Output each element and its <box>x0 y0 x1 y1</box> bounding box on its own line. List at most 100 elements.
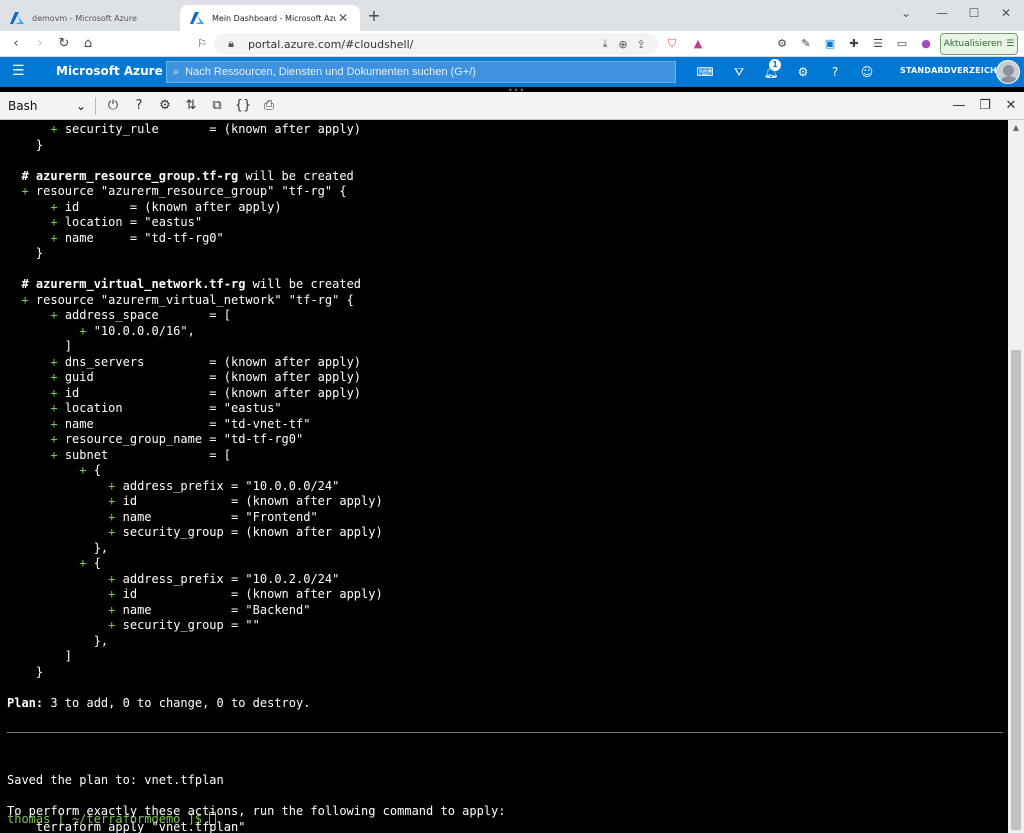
azure-header: ☰ Microsoft Azure ⌕ ⌨ ⛛ 🔔︎ 1 ⚙ ? ☺ STAND… <box>0 57 1024 87</box>
terminal-line: }, <box>7 540 109 555</box>
terminal-line: # azurerm_virtual_network.tf-rg will be … <box>7 277 362 291</box>
terminal-line: + name = "Frontend" <box>108 509 318 524</box>
terminal-line: }, <box>7 633 109 648</box>
browser-tab-demovm[interactable]: demovm - Microsoft Azure <box>0 5 178 31</box>
close-window-button[interactable]: ✕ <box>992 4 1020 22</box>
home-icon[interactable]: ⌂ <box>78 34 98 54</box>
notification-badge: 1 <box>769 59 781 71</box>
help-icon[interactable]: ? <box>130 96 148 116</box>
new-session-icon[interactable]: ⧉ <box>208 96 226 116</box>
maximize-shell-icon[interactable]: ❐ <box>976 96 994 116</box>
terminal-line: ] <box>7 339 73 353</box>
brave-shield-icon[interactable]: ⛉ <box>664 36 680 52</box>
update-button[interactable]: Aktualisieren ☰ <box>940 33 1018 55</box>
azure-logo-icon <box>10 12 24 24</box>
browser-toolbar: ‹ › ↻ ⌂ ⚐ 🔒︎ portal.azure.com/#cloudshel… <box>0 31 1024 57</box>
terminal-line: } <box>7 246 44 260</box>
portal-menu-icon[interactable]: ☰ <box>12 63 28 79</box>
close-tab-icon[interactable]: ✕ <box>336 11 350 25</box>
brave-rewards-icon[interactable]: ▲ <box>690 36 706 52</box>
terminal-line: + security_rule = (known after apply) <box>50 122 362 136</box>
terminal-line: + name = "Backend" <box>108 602 311 617</box>
terminal-line: + location = "eastus" <box>50 215 203 229</box>
terminal-scrollbar[interactable]: ▲ <box>1008 120 1024 833</box>
editor-braces-icon[interactable]: {} <box>234 96 252 116</box>
terminal-line: ] <box>7 649 73 663</box>
back-icon[interactable]: ‹ <box>6 34 26 54</box>
tab-search-chevron-icon[interactable]: ⌄ <box>892 4 920 22</box>
shell-selector-value: Bash <box>8 99 38 113</box>
terminal-line: + resource_group_name = "td-tf-rg0" <box>50 432 304 446</box>
menu-icon: ☰ <box>1006 39 1015 49</box>
web-preview-icon[interactable]: ⎙ <box>260 96 278 116</box>
forward-icon[interactable]: › <box>30 34 50 54</box>
directory-filter-icon[interactable]: ⛛ <box>730 63 748 81</box>
terminal-line: + name = "td-tf-rg0" <box>50 230 224 245</box>
maximize-window-button[interactable]: ☐ <box>960 4 988 22</box>
terminal-line: + id = (known after apply) <box>108 494 383 508</box>
terminal-line: Saved the plan to: vnet.tfplan <box>7 773 224 787</box>
url-text: portal.azure.com/#cloudshell/ <box>248 37 414 51</box>
search-icon: ⌕ <box>173 65 180 78</box>
restart-power-icon[interactable]: ⏻ <box>104 96 122 116</box>
terminal-line: } <box>7 664 44 679</box>
output-divider <box>7 732 1003 733</box>
chevron-down-icon: ⌄ <box>75 99 86 113</box>
wallet-icon[interactable]: ▭ <box>894 36 910 52</box>
tab-title: demovm - Microsoft Azure <box>32 13 137 23</box>
extensions-puzzle-icon[interactable]: ✚ <box>846 36 862 52</box>
address-bar[interactable]: 🔒︎ portal.azure.com/#cloudshell/ ⤓ ⊕ ⇪ <box>214 33 658 55</box>
settings-gear-icon[interactable]: ⚙ <box>794 63 812 81</box>
terminal-line: + address_space = [ <box>50 308 231 322</box>
azure-logo-icon <box>190 12 204 24</box>
global-search[interactable]: ⌕ <box>166 61 676 83</box>
zoom-icon[interactable]: ⊕ <box>614 38 632 51</box>
terminal-line: + address_prefix = "10.0.0.0/24" <box>108 478 340 493</box>
azure-brand[interactable]: Microsoft Azure <box>56 64 163 78</box>
terminal-line: + location = "eastus" <box>50 401 282 415</box>
profile-icon[interactable]: ● <box>918 36 934 52</box>
upload-download-icon[interactable]: ⇅ <box>182 96 200 116</box>
minimize-window-button[interactable]: — <box>928 4 956 22</box>
reading-list-icon[interactable]: ☰ <box>870 36 886 52</box>
terminal-line: + { <box>79 463 101 477</box>
terminal-line: + address_prefix = "10.0.2.0/24" <box>108 571 340 586</box>
reload-icon[interactable]: ↻ <box>54 34 74 54</box>
close-shell-icon[interactable]: ✕ <box>1002 96 1020 116</box>
new-tab-button[interactable]: + <box>365 6 383 26</box>
settings-gear-icon[interactable]: ⚙ <box>156 96 174 116</box>
extension-2-icon[interactable]: ✎ <box>798 36 814 52</box>
install-app-icon[interactable]: ⤓ <box>596 37 614 51</box>
terminal-line: # azurerm_resource_group.tf-rg will be c… <box>7 168 354 183</box>
shell-selector[interactable]: Bash ⌄ <box>4 96 90 116</box>
tab-title: Mein Dashboard - Microsoft Azure <box>212 13 336 23</box>
terminal-line: + resource "azurerm_virtual_network" "tf… <box>21 292 354 307</box>
terminal-line: + { <box>79 556 101 570</box>
terminal-line: } <box>7 137 44 152</box>
help-icon[interactable]: ? <box>826 63 844 81</box>
terminal-line: + id = (known after apply) <box>50 385 362 400</box>
scroll-up-arrow-icon[interactable]: ▲ <box>1008 120 1024 136</box>
feedback-icon[interactable]: ☺ <box>858 63 876 81</box>
divider <box>95 97 96 115</box>
terminal-line: + id = (known after apply) <box>108 587 383 601</box>
cloud-shell-toolbar: Bash ⌄ ⏻ ? ⚙ ⇅ ⧉ {} ⎙ — ❐ ✕ <box>0 92 1024 120</box>
scrollbar-thumb[interactable] <box>1011 350 1021 830</box>
avatar[interactable] <box>996 60 1020 84</box>
terminal-line: To perform exactly these actions, run th… <box>7 804 506 818</box>
terminal-line: + resource "azurerm_resource_group" "tf-… <box>21 184 347 198</box>
terminal-output[interactable]: thomas [ ~/terraformdemo ]$ + security_r… <box>0 120 1008 833</box>
share-icon[interactable]: ⇪ <box>632 38 650 51</box>
terminal-line: + id = (known after apply) <box>50 199 282 214</box>
minimize-shell-icon[interactable]: — <box>950 96 968 116</box>
extension-3-icon[interactable]: ▣ <box>822 36 838 52</box>
browser-tab-strip: demovm - Microsoft Azure Mein Dashboard … <box>0 0 1024 31</box>
extension-1-icon[interactable]: ⚙ <box>774 36 790 52</box>
browser-tab-dashboard[interactable]: Mein Dashboard - Microsoft Azure ✕ <box>180 5 360 31</box>
bookmark-icon[interactable]: ⚐ <box>192 34 212 54</box>
terminal-line: + dns_servers = (known after apply) <box>50 354 362 369</box>
terminal-line: + security_group = "" <box>108 618 260 632</box>
terminal-line: + security_group = (known after apply) <box>108 525 383 539</box>
cloud-shell-icon[interactable]: ⌨ <box>696 63 714 81</box>
search-input[interactable] <box>185 66 646 78</box>
